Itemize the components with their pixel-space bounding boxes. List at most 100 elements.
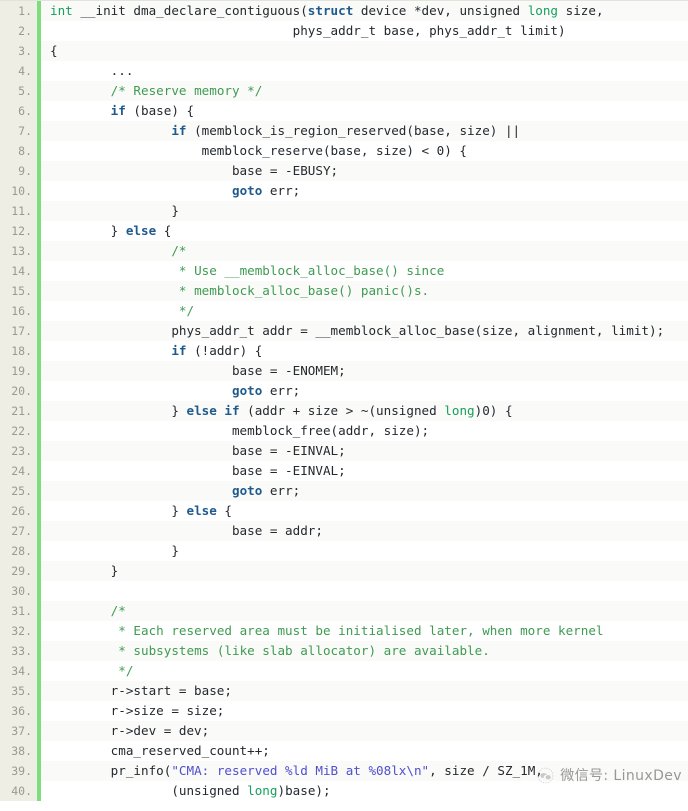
code-line-row: 6. if (base) { — [0, 101, 688, 121]
line-number[interactable]: 4. — [0, 61, 41, 81]
code-line-content[interactable]: base = -EBUSY; — [39, 161, 688, 181]
code-line-content[interactable]: r->start = base; — [39, 681, 688, 701]
code-line-content[interactable]: } — [39, 561, 688, 581]
code-line-content[interactable]: r->dev = dev; — [39, 721, 688, 741]
code-line-content[interactable]: memblock_free(addr, size); — [39, 421, 688, 441]
code-line-content[interactable]: pr_info("CMA: reserved %ld MiB at %08lx\… — [39, 761, 688, 781]
code-line-content[interactable]: */ — [39, 661, 688, 681]
line-number[interactable]: 38. — [0, 741, 41, 761]
code-line-content[interactable]: * Use __memblock_alloc_base() since — [39, 261, 688, 281]
line-number[interactable]: 31. — [0, 601, 41, 621]
code-line-content[interactable]: * memblock_alloc_base() panic()s. — [39, 281, 688, 301]
code-line-content[interactable]: } else if (addr + size > ~(unsigned long… — [39, 401, 688, 421]
line-number[interactable]: 35. — [0, 681, 41, 701]
line-number[interactable]: 24. — [0, 461, 41, 481]
code-line-content[interactable]: ... — [39, 61, 688, 81]
code-line-content[interactable]: /* Reserve memory */ — [39, 81, 688, 101]
code-line-content[interactable]: goto err; — [39, 181, 688, 201]
code-line-content[interactable]: memblock_reserve(base, size) < 0) { — [39, 141, 688, 161]
code-token-type: long — [444, 403, 475, 418]
line-number[interactable]: 20. — [0, 381, 41, 401]
line-number[interactable]: 34. — [0, 661, 41, 681]
code-line-content[interactable]: * subsystems (like slab allocator) are a… — [39, 641, 688, 661]
line-number[interactable]: 36. — [0, 701, 41, 721]
line-number[interactable]: 7. — [0, 121, 41, 141]
line-number[interactable]: 14. — [0, 261, 41, 281]
line-number[interactable]: 3. — [0, 41, 41, 61]
line-number[interactable]: 18. — [0, 341, 41, 361]
code-line-content[interactable]: goto err; — [39, 381, 688, 401]
line-number[interactable]: 28. — [0, 541, 41, 561]
code-line-content[interactable]: (unsigned long)base); — [39, 781, 688, 801]
code-line-content[interactable]: base = -EINVAL; — [39, 441, 688, 461]
code-line-content[interactable]: /* — [39, 601, 688, 621]
line-number[interactable]: 25. — [0, 481, 41, 501]
line-number[interactable]: 39. — [0, 761, 41, 781]
line-number[interactable]: 8. — [0, 141, 41, 161]
line-number[interactable]: 22. — [0, 421, 41, 441]
code-line-content[interactable]: /* — [39, 241, 688, 261]
code-line-content[interactable]: cma_reserved_count++; — [39, 741, 688, 761]
code-line-content[interactable]: { — [39, 41, 688, 61]
code-line-content[interactable]: phys_addr_t base, phys_addr_t limit) — [39, 21, 688, 41]
line-number[interactable]: 29. — [0, 561, 41, 581]
line-number[interactable]: 9. — [0, 161, 41, 181]
code-line-content[interactable]: } else { — [39, 221, 688, 241]
code-line-content[interactable]: int __init dma_declare_contiguous(struct… — [39, 1, 688, 21]
line-number[interactable]: 10. — [0, 181, 41, 201]
code-lines-body: 1. int __init dma_declare_contiguous(stru… — [0, 1, 688, 801]
code-line-content[interactable]: base = addr; — [39, 521, 688, 541]
code-line-content[interactable]: } else { — [39, 501, 688, 521]
code-line-content[interactable]: if (!addr) { — [39, 341, 688, 361]
code-line-content[interactable]: } — [39, 201, 688, 221]
line-number[interactable]: 11. — [0, 201, 41, 221]
line-number[interactable]: 2. — [0, 21, 41, 41]
code-line-row: 18. if (!addr) { — [0, 341, 688, 361]
code-line-row: 34. */ — [0, 661, 688, 681]
line-number[interactable]: 15. — [0, 281, 41, 301]
code-token-plain: __init dma_declare_contiguous( — [72, 3, 308, 18]
line-number[interactable]: 30. — [0, 581, 41, 601]
code-line-content[interactable]: goto err; — [39, 481, 688, 501]
code-token-comment: * memblock_alloc_base() panic()s. — [178, 283, 430, 298]
code-line-content[interactable]: r->size = size; — [39, 701, 688, 721]
line-number[interactable]: 6. — [0, 101, 41, 121]
line-number[interactable]: 40. — [0, 781, 41, 801]
code-line-content[interactable]: if (memblock_is_region_reserved(base, si… — [39, 121, 688, 141]
code-line-content[interactable]: * Each reserved area must be initialised… — [39, 621, 688, 641]
code-token-comment: /* — [110, 603, 126, 618]
line-number[interactable]: 16. — [0, 301, 41, 321]
code-line-content[interactable]: base = -EINVAL; — [39, 461, 688, 481]
code-line-content[interactable] — [39, 581, 688, 601]
line-number[interactable]: 26. — [0, 501, 41, 521]
code-line-row: 10. goto err; — [0, 181, 688, 201]
code-token-plain: (addr + size > ~(unsigned — [239, 403, 445, 418]
line-number[interactable]: 12. — [0, 221, 41, 241]
code-line-content[interactable]: base = -ENOMEM; — [39, 361, 688, 381]
line-number[interactable]: 32. — [0, 621, 41, 641]
code-line-content[interactable]: phys_addr_t addr = __memblock_alloc_base… — [39, 321, 688, 341]
code-line-content[interactable]: */ — [39, 301, 688, 321]
line-number[interactable]: 1. — [0, 1, 41, 21]
code-line-row: 32. * Each reserved area must be initial… — [0, 621, 688, 641]
line-number[interactable]: 13. — [0, 241, 41, 261]
line-number[interactable]: 17. — [0, 321, 41, 341]
code-line-content[interactable]: if (base) { — [39, 101, 688, 121]
line-number[interactable]: 37. — [0, 721, 41, 741]
line-number[interactable]: 21. — [0, 401, 41, 421]
code-snippet-viewer[interactable]: 1. int __init dma_declare_contiguous(stru… — [0, 0, 688, 811]
line-number[interactable]: 5. — [0, 81, 41, 101]
line-number[interactable]: 33. — [0, 641, 41, 661]
line-number[interactable]: 19. — [0, 361, 41, 381]
line-number[interactable]: 23. — [0, 441, 41, 461]
code-line-content[interactable]: } — [39, 541, 688, 561]
code-line-row: 12. } else { — [0, 221, 688, 241]
code-token-plain: ... — [50, 63, 134, 78]
code-line-row: 2. phys_addr_t base, phys_addr_t limit) — [0, 21, 688, 41]
code-token-keyword: goto — [231, 483, 263, 498]
line-number[interactable]: 27. — [0, 521, 41, 541]
